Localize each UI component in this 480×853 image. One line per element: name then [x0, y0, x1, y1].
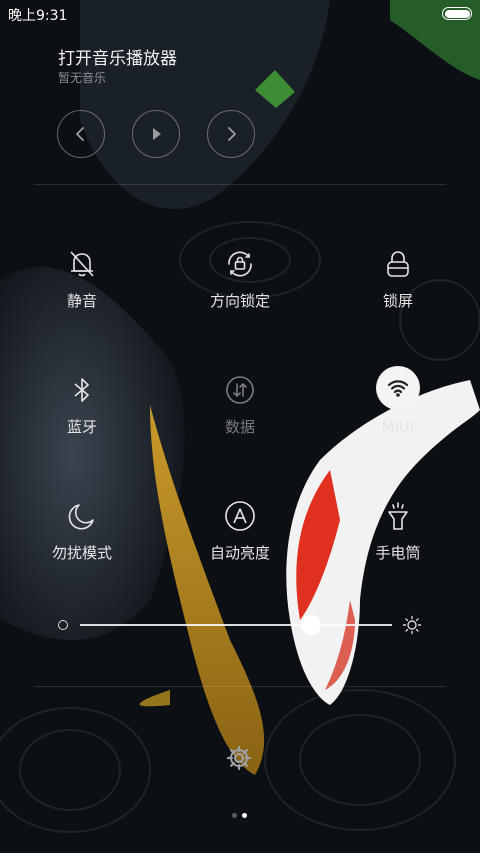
toggle-do-not-disturb[interactable]: 勿扰模式: [22, 494, 142, 584]
page-indicator: [230, 812, 250, 820]
page-dot: [242, 813, 247, 818]
play-icon: [153, 128, 161, 140]
toggle-wifi-label: MIUI: [381, 418, 415, 436]
brightness-high-icon: [402, 615, 422, 635]
toggle-mute[interactable]: 静音: [22, 242, 142, 332]
rotation-lock-icon: [218, 242, 262, 286]
divider-bottom: [34, 686, 446, 687]
toggle-bluetooth[interactable]: 蓝牙: [22, 368, 142, 458]
bell-off-icon: [60, 242, 104, 286]
toggle-do-not-disturb-label: 勿扰模式: [51, 544, 112, 562]
toggle-flashlight-label: 手电筒: [375, 544, 421, 562]
prev-button[interactable]: [57, 110, 105, 158]
lock-icon: [376, 242, 420, 286]
music-player-title[interactable]: 打开音乐播放器: [58, 44, 177, 69]
moon-icon: [60, 494, 104, 538]
toggle-rotation-lock[interactable]: 方向锁定: [180, 242, 300, 332]
toggle-lock-screen-label: 锁屏: [382, 292, 413, 310]
prev-icon: [76, 127, 84, 141]
toggle-auto-brightness[interactable]: 自动亮度: [180, 494, 300, 584]
mobile-data-icon: [218, 368, 262, 412]
page-dot: [232, 813, 237, 818]
auto-brightness-icon: [218, 494, 262, 538]
divider-top: [34, 184, 446, 185]
toggle-mobile-data[interactable]: 数据: [180, 368, 300, 458]
toggle-wifi[interactable]: MIUI: [338, 366, 458, 456]
toggle-lock-screen[interactable]: 锁屏: [338, 242, 458, 332]
next-icon: [228, 127, 236, 141]
brightness-track[interactable]: [80, 624, 392, 626]
settings-gear-icon[interactable]: [226, 745, 252, 771]
wifi-icon: [376, 366, 420, 410]
brightness-thumb[interactable]: [300, 615, 321, 635]
toggle-mobile-data-label: 数据: [224, 418, 255, 436]
toggle-mute-label: 静音: [66, 292, 97, 310]
toggle-rotation-lock-label: 方向锁定: [209, 292, 270, 310]
battery-fill: [444, 9, 470, 18]
toggle-flashlight[interactable]: 手电筒: [338, 494, 458, 584]
status-bar: 晚上9:31: [0, 0, 480, 28]
bluetooth-icon: [60, 368, 104, 412]
next-button[interactable]: [207, 110, 255, 158]
battery-icon: [442, 7, 472, 20]
toggle-bluetooth-label: 蓝牙: [66, 418, 97, 436]
music-subtitle: 暂无音乐: [58, 71, 107, 85]
flashlight-icon: [376, 494, 420, 538]
status-time: 晚上9:31: [8, 8, 68, 24]
brightness-low-icon: [58, 620, 68, 630]
toggle-auto-brightness-label: 自动亮度: [209, 544, 270, 562]
play-button[interactable]: [132, 110, 180, 158]
